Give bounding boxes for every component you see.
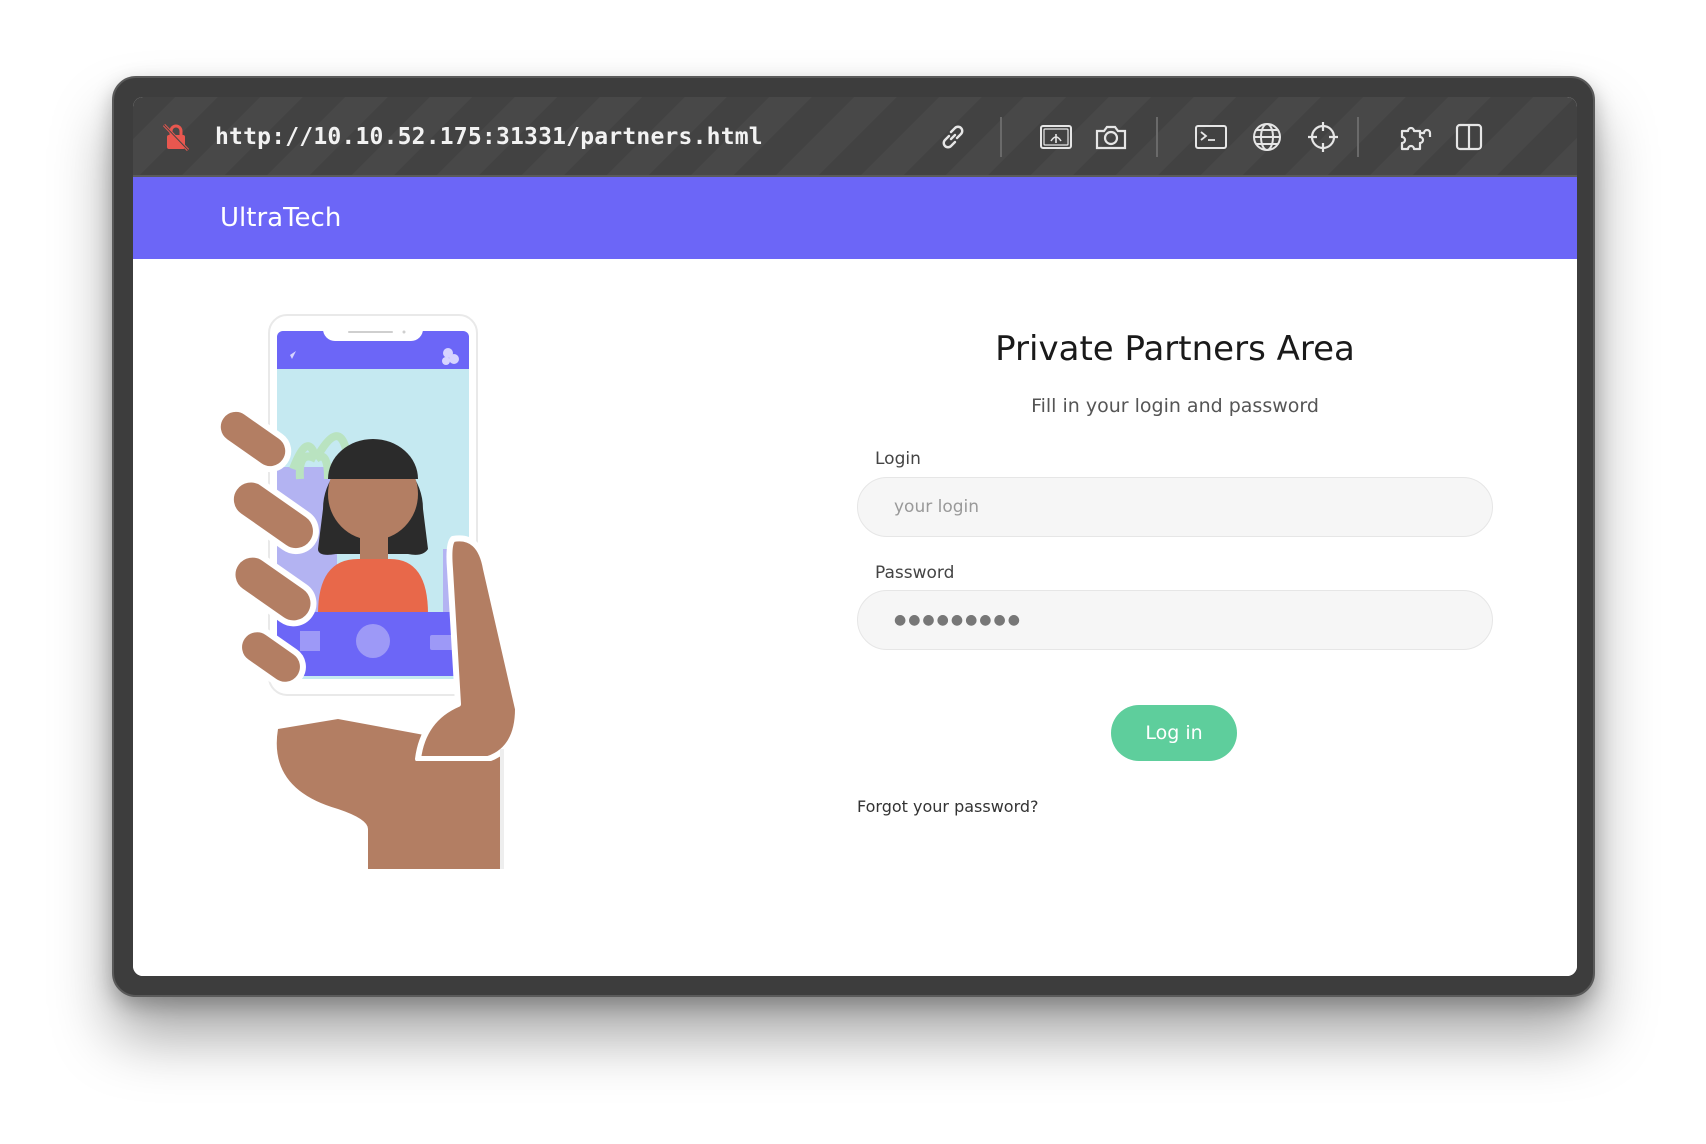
link-icon[interactable] xyxy=(933,97,973,177)
phone-selfie-illustration xyxy=(218,314,521,869)
page-subtitle: Fill in your login and password xyxy=(1031,395,1319,417)
login-label: Login xyxy=(875,449,921,469)
password-input[interactable]: ●●●●●●●●● xyxy=(857,590,1493,650)
camera-icon[interactable] xyxy=(1091,97,1131,177)
login-button[interactable]: Log in xyxy=(1111,705,1237,761)
forgot-password-link[interactable]: Forgot your password? xyxy=(857,797,1039,816)
browser-screen: http://10.10.52.175:31331/partners.html xyxy=(133,97,1577,976)
toolbar-separator xyxy=(1156,117,1158,157)
toolbar-separator xyxy=(1000,117,1002,157)
browser-window: http://10.10.52.175:31331/partners.html xyxy=(112,76,1595,997)
browser-toolbar: http://10.10.52.175:31331/partners.html xyxy=(133,97,1577,177)
crosshair-icon[interactable] xyxy=(1303,97,1343,177)
globe-icon[interactable] xyxy=(1247,97,1287,177)
terminal-icon[interactable] xyxy=(1191,97,1231,177)
page-content: Private Partners Area Fill in your login… xyxy=(133,259,1577,976)
image-icon[interactable] xyxy=(1036,97,1076,177)
split-view-icon[interactable] xyxy=(1449,97,1489,177)
site-navbar: UltraTech xyxy=(133,177,1577,259)
address-bar[interactable]: http://10.10.52.175:31331/partners.html xyxy=(215,97,763,177)
insecure-lock-icon[interactable] xyxy=(159,97,193,177)
brand-logo-text[interactable]: UltraTech xyxy=(220,177,341,259)
login-input[interactable] xyxy=(857,477,1493,537)
page-title: Private Partners Area xyxy=(995,329,1355,369)
toolbar-separator xyxy=(1357,117,1359,157)
extensions-icon[interactable] xyxy=(1393,97,1437,177)
password-label: Password xyxy=(875,563,955,583)
